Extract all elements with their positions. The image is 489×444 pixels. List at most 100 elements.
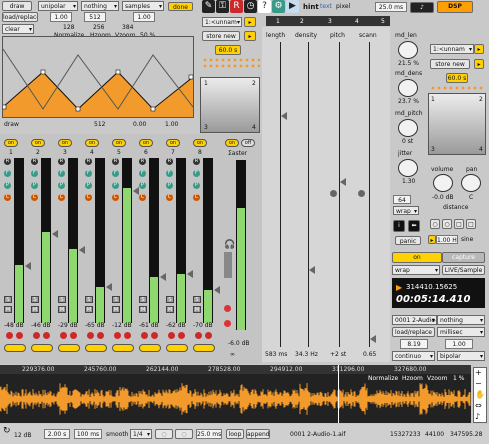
- channel-fader-thumb[interactable]: [52, 230, 58, 238]
- channel-solo-button[interactable]: S: [166, 296, 174, 303]
- wrench-icon[interactable]: ✎: [202, 0, 215, 13]
- lock-icon[interactable]: ⚿: [216, 0, 229, 13]
- master-solo-icon[interactable]: [224, 320, 231, 327]
- lfo-hz[interactable]: 1.00 Hz: [436, 235, 458, 244]
- channel-solo-button[interactable]: S: [112, 296, 120, 303]
- channel-arm-icon[interactable]: [97, 332, 104, 339]
- tab-5[interactable]: 5: [381, 18, 385, 25]
- status-ms[interactable]: 100 ms: [74, 429, 102, 439]
- append-button[interactable]: append: [246, 429, 270, 439]
- scan-slider[interactable]: [369, 42, 370, 347]
- info-icon[interactable]: i: [393, 220, 405, 232]
- channel-letter-button[interactable]: P: [166, 182, 173, 189]
- pitch-thumb[interactable]: [340, 178, 346, 186]
- channel-letter-button[interactable]: F: [166, 170, 173, 177]
- channel-mute-button[interactable]: M: [58, 306, 66, 313]
- channel-solo-button[interactable]: S: [139, 296, 147, 303]
- arrows-icon[interactable]: ⇔: [475, 401, 482, 410]
- jitter-knob[interactable]: [398, 159, 418, 177]
- wrap-mode-menu[interactable]: wrap: [392, 265, 440, 275]
- pitch-slider[interactable]: [339, 42, 340, 347]
- toggle-c-icon[interactable]: □: [454, 219, 464, 229]
- channel-route-button[interactable]: [166, 344, 188, 352]
- toggle-a-icon[interactable]: ○: [430, 219, 440, 229]
- channel-letter-button[interactable]: P: [112, 182, 119, 189]
- channel-route-button[interactable]: [139, 344, 161, 352]
- value-64[interactable]: 64: [393, 195, 411, 204]
- channel-letter-button[interactable]: C: [166, 194, 173, 201]
- plus-icon[interactable]: +: [475, 368, 482, 377]
- panic-button[interactable]: panic: [395, 236, 421, 245]
- channel-fader-thumb[interactable]: [25, 262, 31, 270]
- channel-letter-button[interactable]: R: [139, 158, 146, 165]
- done-button[interactable]: done: [168, 2, 193, 11]
- channel-on-button[interactable]: on: [166, 139, 180, 147]
- tool-icon[interactable]: ⚙: [272, 0, 285, 13]
- loop-button[interactable]: loop: [226, 429, 244, 439]
- channel-arm-icon[interactable]: [178, 332, 185, 339]
- right-dots-row[interactable]: [430, 86, 484, 90]
- tab-2[interactable]: 2: [300, 18, 304, 25]
- channel-letter-button[interactable]: P: [193, 182, 200, 189]
- channel-route-button[interactable]: [112, 344, 134, 352]
- status-ms-25[interactable]: 25.0 ms: [196, 429, 222, 439]
- audio-file-menu[interactable]: 0001 2-Audio-: [392, 315, 437, 325]
- channel-on-button[interactable]: on: [112, 139, 126, 147]
- dsp-button[interactable]: DSP: [437, 1, 473, 13]
- md-dens-knob[interactable]: [398, 79, 418, 97]
- back-icon[interactable]: ⬅: [408, 220, 420, 232]
- wrap-menu[interactable]: wrap: [393, 206, 419, 215]
- snap-toggle-b[interactable]: ○: [175, 429, 193, 439]
- length-thumb[interactable]: [281, 112, 287, 120]
- clear-menu[interactable]: clear: [2, 24, 34, 34]
- channel-solo-button[interactable]: S: [58, 296, 66, 303]
- channel-arm-icon[interactable]: [43, 332, 50, 339]
- channel-letter-button[interactable]: C: [139, 194, 146, 201]
- right-preset-menu[interactable]: 1:<unnam: [430, 44, 474, 54]
- preset-dots-row2[interactable]: [202, 64, 260, 68]
- channel-letter-button[interactable]: F: [193, 170, 200, 177]
- channel-mute-button[interactable]: M: [112, 306, 120, 313]
- channel-solo-button[interactable]: S: [85, 296, 93, 303]
- tab-4[interactable]: 4: [355, 18, 359, 25]
- channel-arm-icon[interactable]: [124, 332, 131, 339]
- lfo-shape[interactable]: sine: [461, 236, 473, 243]
- channel-rec-icon[interactable]: [87, 332, 94, 339]
- bipolar-menu[interactable]: bipolar: [437, 351, 485, 361]
- channel-fader-thumb[interactable]: [133, 187, 139, 195]
- loop-icon[interactable]: ↻: [3, 426, 11, 436]
- play-icon[interactable]: ▶: [286, 0, 299, 13]
- channel-arm-icon[interactable]: [16, 332, 23, 339]
- channel-letter-button[interactable]: R: [31, 158, 38, 165]
- toggle-d-icon[interactable]: □: [466, 219, 476, 229]
- channel-rec-icon[interactable]: [6, 332, 13, 339]
- channel-mute-button[interactable]: M: [166, 306, 174, 313]
- master-on-button[interactable]: on: [225, 139, 239, 147]
- channel-letter-button[interactable]: F: [58, 170, 65, 177]
- toggle-b-icon[interactable]: ○: [442, 219, 452, 229]
- value-100[interactable]: 1.00: [445, 339, 473, 349]
- load-replace-button[interactable]: load/replace: [2, 12, 38, 22]
- channel-letter-button[interactable]: F: [112, 170, 119, 177]
- tab-1[interactable]: 1: [276, 18, 280, 25]
- channel-letter-button[interactable]: P: [139, 182, 146, 189]
- channel-letter-button[interactable]: P: [58, 182, 65, 189]
- channel-rec-icon[interactable]: [60, 332, 67, 339]
- channel-solo-button[interactable]: S: [4, 296, 12, 303]
- channel-letter-button[interactable]: C: [31, 194, 38, 201]
- tab-3[interactable]: 3: [328, 18, 332, 25]
- channel-letter-button[interactable]: C: [58, 194, 65, 201]
- interp-time[interactable]: 60.0 s: [215, 45, 241, 55]
- channel-on-button[interactable]: on: [193, 139, 207, 147]
- snap-menu[interactable]: 1/4: [130, 429, 152, 439]
- value-field-2[interactable]: 1.00: [133, 12, 155, 22]
- channel-on-button[interactable]: on: [4, 139, 18, 147]
- channel-mute-button[interactable]: M: [31, 306, 39, 313]
- md-pitch-knob[interactable]: [398, 119, 418, 137]
- channel-route-button[interactable]: [193, 344, 215, 352]
- channel-arm-icon[interactable]: [70, 332, 77, 339]
- right-store-button[interactable]: store new: [430, 59, 470, 69]
- md-len-knob[interactable]: [398, 41, 418, 59]
- draw-button[interactable]: draw: [2, 1, 32, 11]
- channel-letter-button[interactable]: C: [4, 194, 11, 201]
